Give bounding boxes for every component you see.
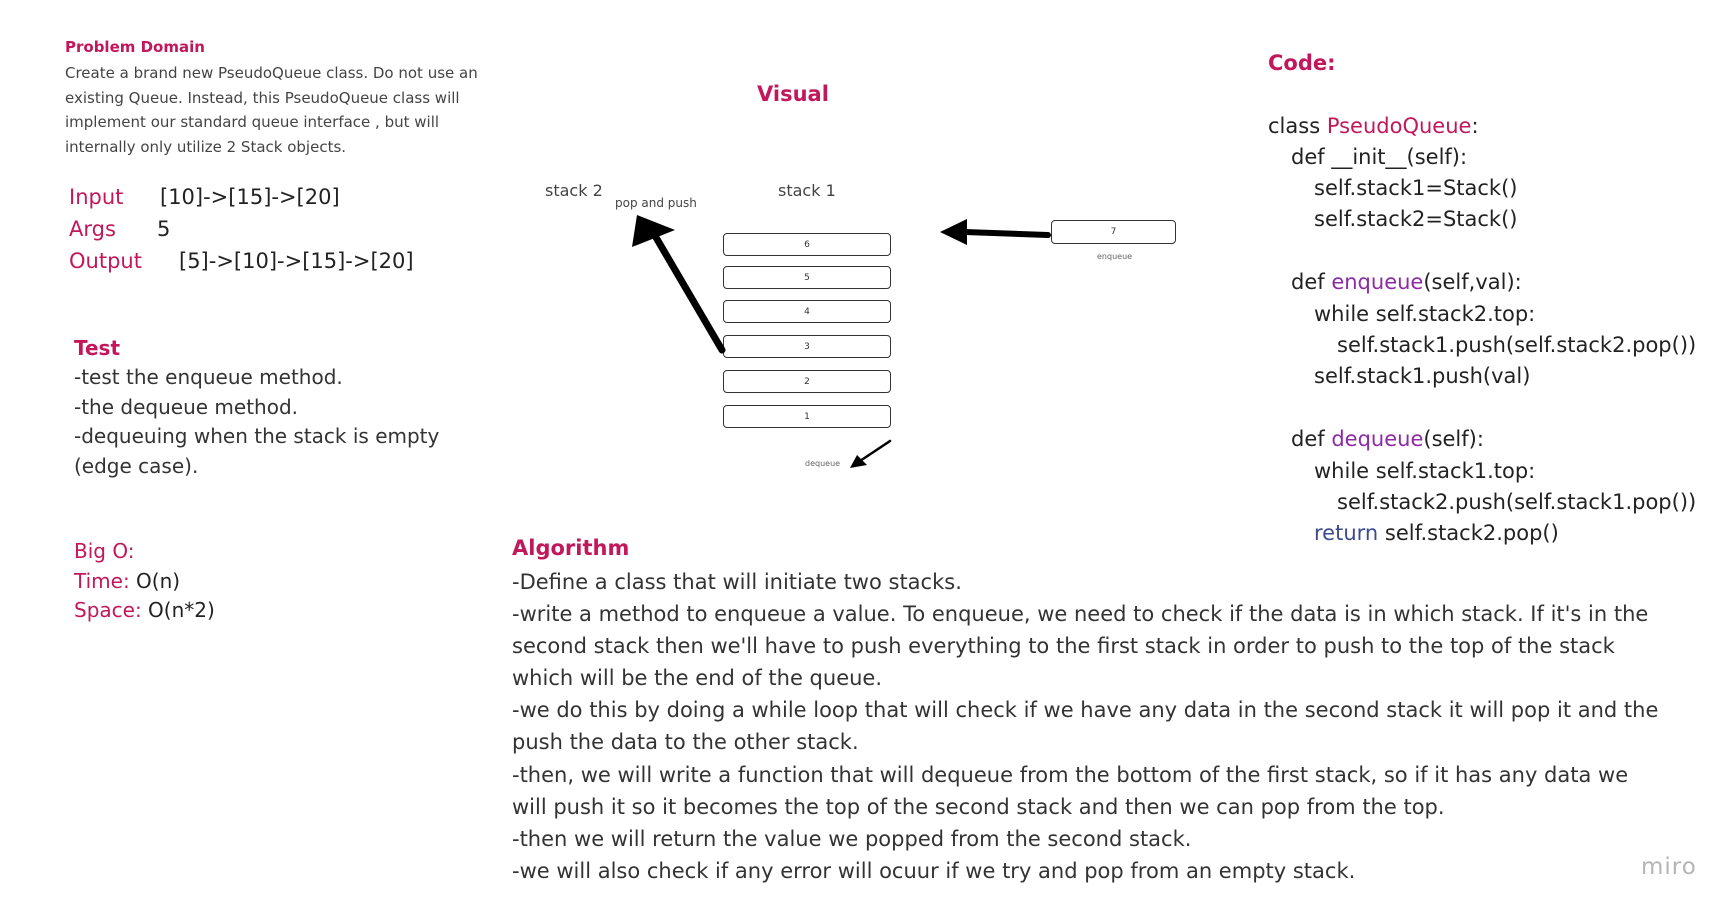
miro-logo: miro: [1641, 854, 1697, 880]
algorithm-line: -write a method to enqueue a value. To e…: [512, 602, 1649, 691]
algorithm-line: -we do this by doing a while loop that w…: [512, 698, 1659, 755]
code-enqueue-args: (self,val):: [1423, 270, 1522, 294]
code-dequeue-args: (self):: [1423, 427, 1484, 451]
code-heading: Code:: [1268, 51, 1336, 75]
algorithm-list: -Define a class that will initiate two s…: [512, 566, 1662, 887]
algorithm-line: -then, we will write a function that wil…: [512, 762, 1629, 819]
code-class-keyword: class: [1268, 114, 1327, 138]
code-line: self.stack2=Stack(): [1314, 207, 1518, 231]
code-class-line: class PseudoQueue:: [1268, 114, 1479, 138]
code-line: def __init__(self):: [1291, 145, 1468, 169]
code-line: self.stack2.push(self.stack1.pop()): [1337, 490, 1697, 514]
algorithm-line: -we will also check if any error will oc…: [512, 858, 1356, 883]
code-class-colon: :: [1471, 114, 1479, 138]
code-return-keyword: return: [1314, 521, 1379, 545]
code-line: self.stack1=Stack(): [1314, 176, 1518, 200]
code-enqueue-def: def enqueue(self,val):: [1291, 270, 1522, 294]
dequeue-arrow: [850, 439, 892, 468]
code-line: self.stack1.push(val): [1314, 364, 1531, 388]
code-def-keyword: def: [1291, 270, 1332, 294]
code-enqueue-name: enqueue: [1331, 270, 1424, 294]
code-dequeue-name: dequeue: [1331, 427, 1424, 451]
code-dequeue-def: def dequeue(self):: [1291, 427, 1484, 451]
algorithm-heading: Algorithm: [512, 536, 630, 560]
enqueue-arrow: [940, 219, 1051, 245]
code-def-keyword: def: [1291, 427, 1332, 451]
code-line: while self.stack2.top:: [1314, 302, 1536, 326]
pop-push-arrow: [632, 215, 726, 354]
code-return-line: return self.stack2.pop(): [1314, 521, 1559, 545]
algorithm-line: -Define a class that will initiate two s…: [512, 570, 962, 594]
code-class-name: PseudoQueue: [1326, 114, 1472, 138]
code-line: while self.stack1.top:: [1314, 459, 1536, 483]
algorithm-line: -then we will return the value we popped…: [512, 826, 1192, 851]
code-line: self.stack1.push(self.stack2.pop()): [1337, 333, 1697, 357]
code-return-expr: self.stack2.pop(): [1378, 521, 1559, 545]
